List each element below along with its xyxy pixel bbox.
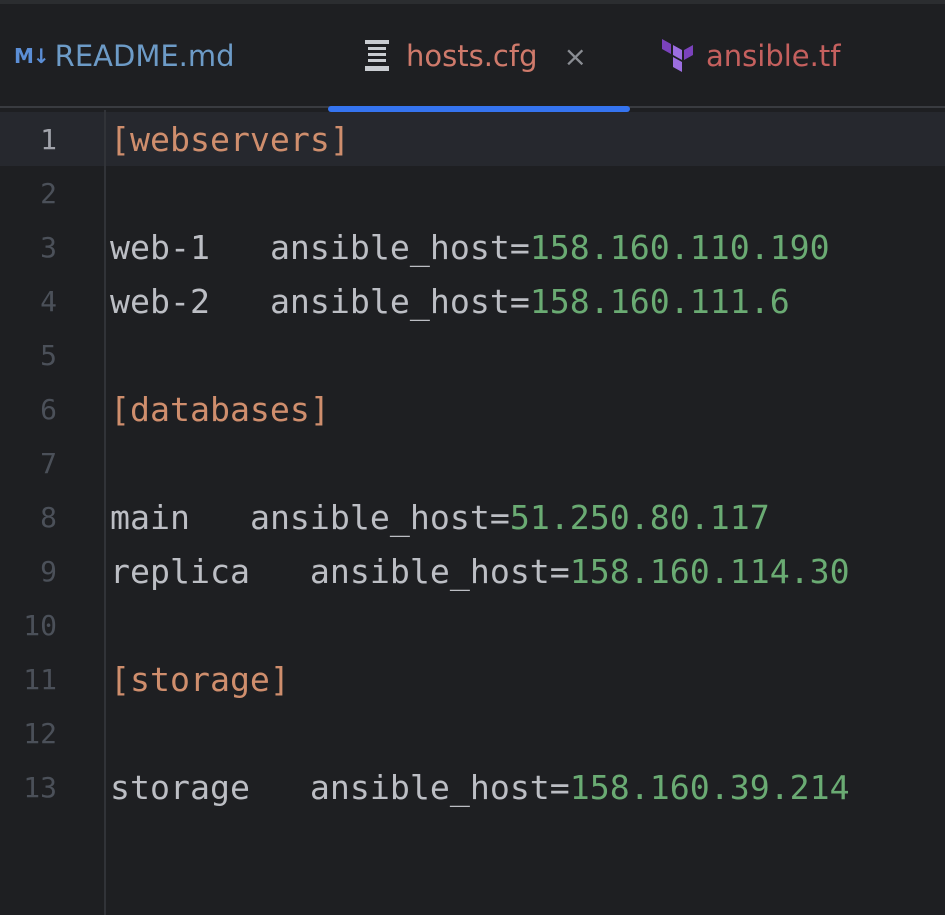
host-name: main xyxy=(110,497,190,537)
ip-address: 158.160.111.6 xyxy=(529,281,790,321)
code-line[interactable]: 1 [webservers] xyxy=(0,112,945,166)
line-number: 7 xyxy=(40,446,57,480)
code-line[interactable]: 7 xyxy=(0,436,945,490)
tab-label: ansible.tf xyxy=(706,39,841,73)
code-editor[interactable]: 1 [webservers] 2 3 web-1 ansible_host=158.16… xyxy=(0,110,945,915)
section-header: [webservers] xyxy=(110,119,350,159)
line-code: [storage] xyxy=(110,660,290,699)
code-line[interactable]: 12 xyxy=(0,706,945,760)
code-line[interactable]: 3 web-1 ansible_host=158.160.110.190 xyxy=(0,220,945,274)
tab-hosts-cfg[interactable]: hosts.cfg × xyxy=(328,4,630,108)
close-tab-icon[interactable]: × xyxy=(564,40,587,73)
line-code: web-1 ansible_host=158.160.110.190 xyxy=(110,228,830,267)
line-code: storage ansible_host=158.160.39.214 xyxy=(110,768,850,807)
host-name: web-2 xyxy=(110,281,210,321)
code-line[interactable]: 8 main ansible_host=51.250.80.117 xyxy=(0,490,945,544)
tab-label: hosts.cfg xyxy=(406,39,538,73)
host-key: ansible_host= xyxy=(269,227,530,267)
ip-address: 158.160.110.190 xyxy=(529,227,830,267)
section-header: [databases] xyxy=(110,389,330,429)
code-line[interactable]: 10 xyxy=(0,598,945,652)
host-name: storage xyxy=(110,767,250,807)
config-file-icon xyxy=(365,40,389,71)
host-key: ansible_host= xyxy=(309,767,570,807)
code-line[interactable]: 9 replica ansible_host=158.160.114.30 xyxy=(0,544,945,598)
line-number: 10 xyxy=(23,608,57,642)
tab-label: README.md xyxy=(54,39,235,73)
ip-address: 51.250.80.117 xyxy=(509,497,770,537)
editor-window: M↓ README.md hosts.cfg × ansible.tf 1 [w… xyxy=(0,0,945,915)
host-name: web-1 xyxy=(110,227,210,267)
code-line[interactable]: 13 storage ansible_host=158.160.39.214 xyxy=(0,760,945,814)
code-line[interactable]: 5 xyxy=(0,328,945,382)
host-key: ansible_host= xyxy=(269,281,530,321)
ip-address: 158.160.114.30 xyxy=(569,551,850,591)
line-number: 3 xyxy=(40,230,57,264)
line-number: 5 xyxy=(40,338,57,372)
line-code: web-2 ansible_host=158.160.111.6 xyxy=(110,282,790,321)
line-code: [databases] xyxy=(110,390,330,429)
markdown-icon: M↓ xyxy=(14,44,50,68)
host-key: ansible_host= xyxy=(309,551,570,591)
line-number: 12 xyxy=(23,716,57,750)
line-number: 4 xyxy=(40,284,57,318)
line-code: [webservers] xyxy=(110,120,350,159)
host-key: ansible_host= xyxy=(249,497,510,537)
line-code: replica ansible_host=158.160.114.30 xyxy=(110,552,850,591)
line-number: 11 xyxy=(23,662,57,696)
line-number: 13 xyxy=(23,770,57,804)
tab-ansible-tf[interactable]: ansible.tf xyxy=(660,4,840,108)
line-number: 2 xyxy=(40,176,57,210)
line-code: main ansible_host=51.250.80.117 xyxy=(110,498,770,537)
section-header: [storage] xyxy=(110,659,290,699)
line-number: 6 xyxy=(40,392,57,426)
line-number: 1 xyxy=(40,122,57,156)
tab-bar: M↓ README.md hosts.cfg × ansible.tf xyxy=(0,4,945,112)
code-line[interactable]: 2 xyxy=(0,166,945,220)
code-line[interactable]: 6 [databases] xyxy=(0,382,945,436)
code-line[interactable]: 4 web-2 ansible_host=158.160.111.6 xyxy=(0,274,945,328)
ip-address: 158.160.39.214 xyxy=(569,767,850,807)
host-name: replica xyxy=(110,551,250,591)
line-number: 8 xyxy=(40,500,57,534)
terraform-icon xyxy=(662,39,693,72)
tab-readme[interactable]: M↓ README.md xyxy=(14,4,235,108)
code-line[interactable]: 11 [storage] xyxy=(0,652,945,706)
line-number: 9 xyxy=(40,554,57,588)
